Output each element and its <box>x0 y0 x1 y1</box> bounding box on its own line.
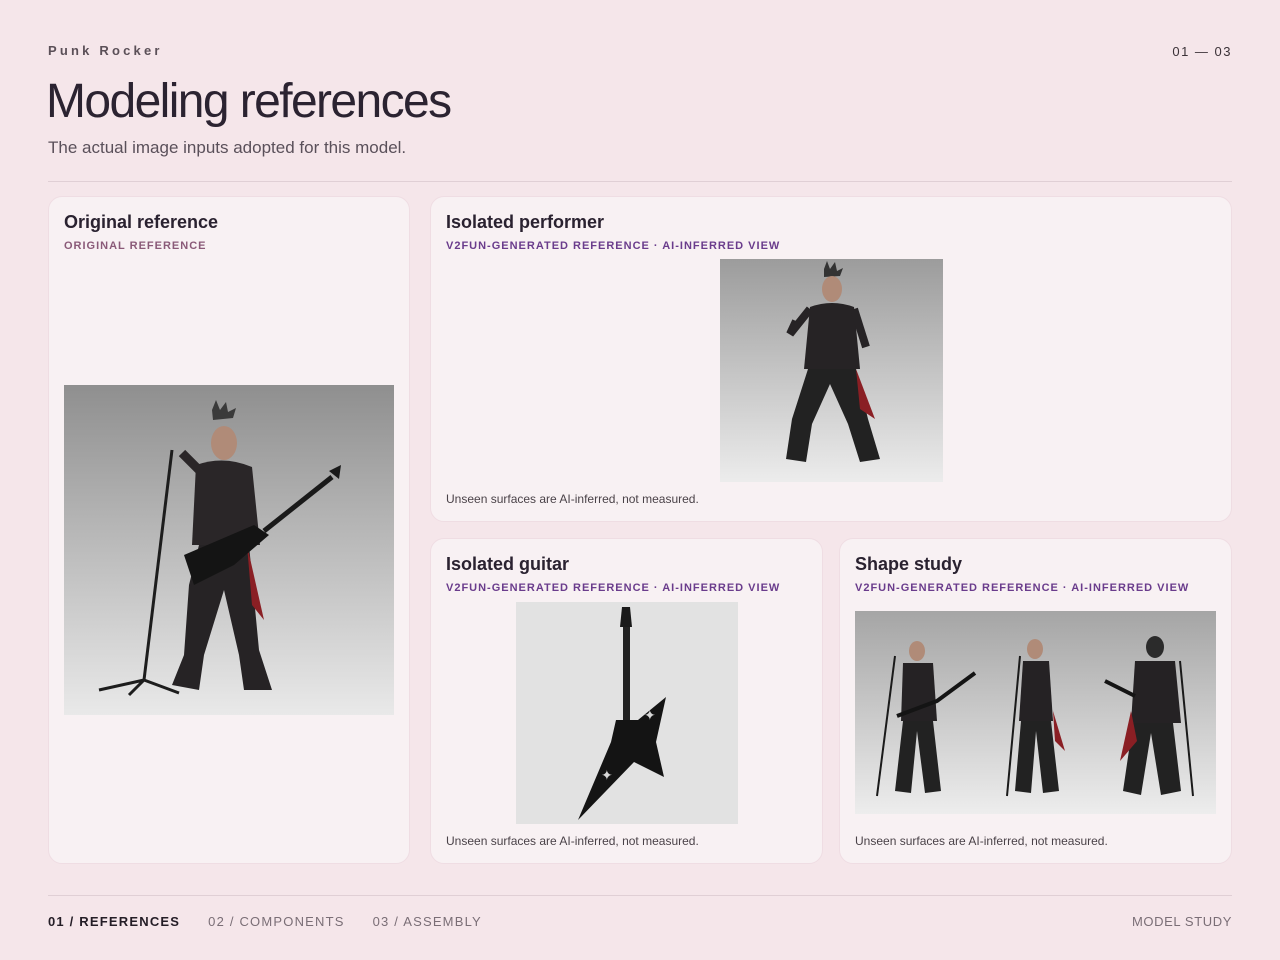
header-divider <box>48 181 1232 182</box>
shape-study-image[interactable] <box>855 611 1216 814</box>
original-reference-image[interactable] <box>64 385 394 715</box>
eyebrow-label: Punk Rocker <box>48 43 163 58</box>
page-counter: 01 — 03 <box>1172 44 1232 59</box>
card-note: Unseen surfaces are AI-inferred, not mea… <box>855 834 1108 848</box>
page-title: Modeling references <box>46 75 452 128</box>
isolated-guitar-image[interactable]: ✦ ✦ <box>516 602 738 824</box>
footer-label: MODEL STUDY <box>1131 914 1232 929</box>
page-subtitle: The actual image inputs adopted for this… <box>48 138 407 157</box>
card-tag: V2FUN-GENERATED REFERENCE · AI-INFERRED … <box>446 240 781 252</box>
section-nav: 01 / REFERENCES 02 / COMPONENTS 03 / ASS… <box>48 914 482 929</box>
card-isolated-guitar: Isolated guitar V2FUN-GENERATED REFERENC… <box>430 538 823 864</box>
card-title: Isolated guitar <box>446 554 570 574</box>
card-note: Unseen surfaces are AI-inferred, not mea… <box>446 492 699 506</box>
isolated-performer-image[interactable] <box>720 259 943 482</box>
card-tag: V2FUN-GENERATED REFERENCE · AI-INFERRED … <box>446 582 781 594</box>
card-title: Shape study <box>855 554 963 574</box>
card-tag: ORIGINAL REFERENCE <box>64 240 207 252</box>
nav-item-references[interactable]: 01 / REFERENCES <box>48 914 180 929</box>
nav-item-components[interactable]: 02 / COMPONENTS <box>208 914 344 929</box>
card-title: Original reference <box>64 212 219 232</box>
card-title: Isolated performer <box>446 212 605 232</box>
footer-divider <box>48 895 1232 896</box>
svg-text:✦: ✦ <box>644 708 656 724</box>
card-shape-study: Shape study V2FUN-GENERATED REFERENCE · … <box>839 538 1232 864</box>
card-tag: V2FUN-GENERATED REFERENCE · AI-INFERRED … <box>855 582 1190 594</box>
svg-text:✦: ✦ <box>601 768 613 784</box>
card-original-reference: Original reference ORIGINAL REFERENCE <box>48 196 410 864</box>
card-note: Unseen surfaces are AI-inferred, not mea… <box>446 834 699 848</box>
card-isolated-performer: Isolated performer V2FUN-GENERATED REFER… <box>430 196 1232 522</box>
nav-item-assembly[interactable]: 03 / ASSEMBLY <box>373 914 482 929</box>
